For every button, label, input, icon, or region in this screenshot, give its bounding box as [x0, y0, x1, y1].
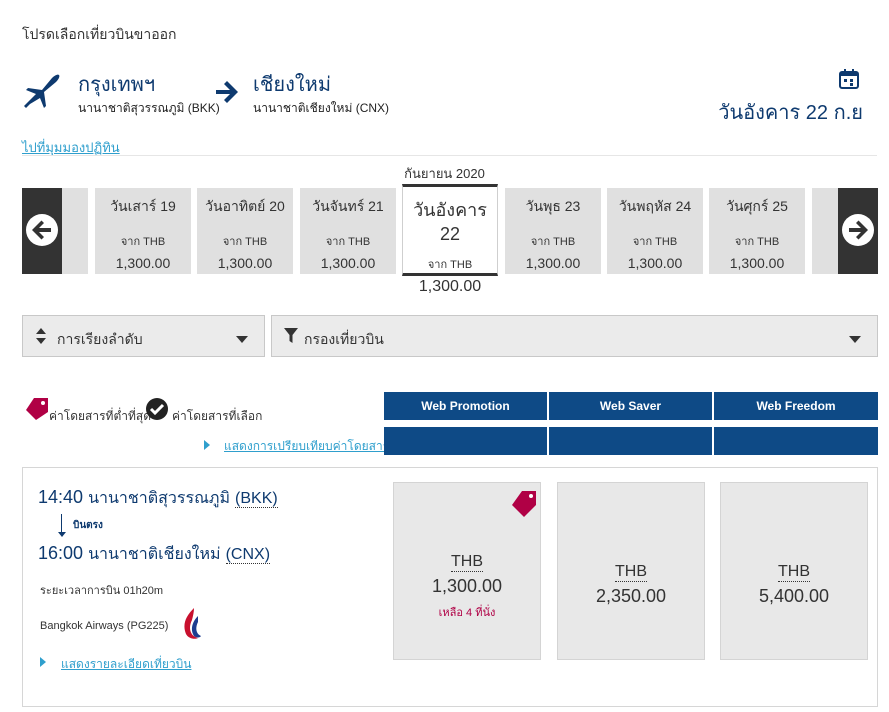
from-label: จาก THB: [427, 259, 473, 271]
date-label: วันเสาร์ 19: [110, 198, 176, 214]
airplane-icon: [24, 74, 60, 108]
date-price: 1,300.00: [115, 255, 171, 271]
arrow-left-icon: [32, 220, 51, 240]
origin-airport: นานาชาติสุวรรณภูมิ (BKK): [78, 101, 220, 115]
airline-logo-icon: [184, 608, 201, 639]
seats-left: เหลือ 4 ที่นั่ง: [438, 607, 496, 619]
date-price: 1,300.00: [525, 255, 581, 271]
date-tile-19[interactable]: วันเสาร์ 19 จาก THB 1,300.00: [95, 188, 191, 274]
filter-icon: [284, 328, 298, 343]
fare-currency: THB: [778, 563, 810, 582]
date-price: 1,300.00: [729, 255, 785, 271]
route-line: [61, 514, 62, 534]
arrow-right-icon: [216, 81, 238, 103]
date-tile-20[interactable]: วันอาทิตย์ 20 จาก THB 1,300.00: [197, 188, 293, 274]
origin-city: กรุงเทพฯ: [78, 74, 156, 96]
fare-tile-web-freedom[interactable]: THB 5,400.00: [720, 482, 868, 660]
fare-amount: 2,350.00: [595, 586, 667, 606]
calendar-icon[interactable]: [838, 68, 860, 90]
month-label: กันยายน 2020: [404, 166, 485, 181]
fare-amount: 1,300.00: [431, 576, 503, 596]
departure-airport: นานาชาติสุวรรณภูมิ: [88, 490, 231, 507]
date-price: 1,300.00: [627, 255, 683, 271]
sort-dropdown[interactable]: การเรียงลำดับ: [22, 315, 265, 357]
arrival-code[interactable]: (CNX): [225, 546, 271, 564]
departure-row: 14:40 นานาชาติสุวรรณภูมิ (BKK): [38, 486, 278, 511]
fare-currency: THB: [451, 553, 483, 572]
selected-date: วันอังคาร 22 ก.ย: [718, 102, 863, 124]
arrow-right-icon: [849, 220, 868, 240]
fare-family-promotion: Web Promotion: [384, 392, 547, 420]
chevron-down-icon: [849, 336, 861, 343]
date-tile-25[interactable]: วันศุกร์ 25 จาก THB 1,300.00: [709, 188, 805, 274]
divider: [22, 155, 877, 156]
selected-fare-label: ค่าโดยสารที่เลือก: [172, 409, 263, 423]
date-price: 1,300.00: [217, 255, 273, 271]
nonstop-label: บินตรง: [73, 520, 103, 531]
sort-label: การเรียงลำดับ: [57, 331, 143, 347]
date-strip-edge: [812, 188, 838, 274]
fare-family-band: [714, 427, 878, 455]
lowest-fare-tag-icon: [512, 491, 536, 517]
lowest-fare-tag-icon: [26, 398, 48, 420]
page-title: โปรดเลือกเที่ยวบินขาออก: [22, 26, 177, 42]
sort-icon: [36, 328, 46, 344]
date-tile-24[interactable]: วันพฤหัส 24 จาก THB 1,300.00: [607, 188, 703, 274]
compare-fares-link[interactable]: แสดงการเปรียบเทียบค่าโดยสาร: [224, 437, 389, 456]
arrival-time: 16:00: [38, 543, 84, 563]
from-label: จาก THB: [325, 236, 371, 248]
caret-right-icon: [204, 440, 210, 450]
fare-amount: 5,400.00: [758, 586, 830, 606]
from-label: จาก THB: [632, 236, 678, 248]
arrival-row: 16:00 นานาชาติเชียงใหม่ (CNX): [38, 542, 271, 567]
departure-time: 14:40: [38, 487, 84, 507]
fare-family-band: [549, 427, 712, 455]
flight-details-link[interactable]: แสดงรายละเอียดเที่ยวบิน: [61, 655, 191, 674]
date-label: วันจันทร์ 21: [312, 198, 384, 214]
date-label: วันพฤหัส 24: [618, 198, 692, 214]
caret-right-icon: [40, 657, 46, 667]
date-tile-23[interactable]: วันพุธ 23 จาก THB 1,300.00: [505, 188, 601, 274]
route-arrow: [58, 532, 66, 537]
date-price: 1,300.00: [418, 278, 482, 295]
from-label: จาก THB: [734, 236, 780, 248]
fare-family-freedom: Web Freedom: [714, 392, 878, 420]
chevron-down-icon: [236, 336, 248, 343]
date-price: 1,300.00: [320, 255, 376, 271]
filter-dropdown[interactable]: กรองเที่ยวบิน: [271, 315, 878, 357]
departure-code[interactable]: (BKK): [235, 490, 278, 508]
from-label: จาก THB: [530, 236, 576, 248]
filter-label: กรองเที่ยวบิน: [304, 331, 384, 347]
dest-airport: นานาชาติเชียงใหม่ (CNX): [253, 101, 390, 115]
date-label: วันพุธ 23: [525, 198, 581, 214]
flight-duration: ระยะเวลาการบิน 01h20m: [40, 585, 164, 597]
dest-city: เชียงใหม่: [253, 74, 332, 96]
lowest-fare-label: ค่าโดยสารที่ต่ำที่สุด: [49, 409, 152, 423]
date-label: วันศุกร์ 25: [726, 198, 788, 214]
arrival-airport: นานาชาติเชียงใหม่: [88, 546, 221, 563]
check-circle-icon: [146, 398, 168, 420]
date-label: วันอังคาร 22: [413, 200, 487, 244]
fare-tile-web-saver[interactable]: THB 2,350.00: [557, 482, 705, 660]
from-label: จาก THB: [120, 236, 166, 248]
fare-family-band: [384, 427, 547, 455]
date-label: วันอาทิตย์ 20: [205, 198, 285, 214]
fare-tile-web-promotion[interactable]: THB 1,300.00 เหลือ 4 ที่นั่ง: [393, 482, 541, 660]
date-strip-edge: [62, 188, 88, 274]
fare-family-saver: Web Saver: [549, 392, 712, 420]
prev-dates-button[interactable]: [22, 188, 62, 274]
date-tile-21[interactable]: วันจันทร์ 21 จาก THB 1,300.00: [300, 188, 396, 274]
fare-currency: THB: [615, 563, 647, 582]
airline-name: Bangkok Airways (PG225): [40, 620, 169, 632]
next-dates-button[interactable]: [838, 188, 878, 274]
from-label: จาก THB: [222, 236, 268, 248]
date-tile-22-selected[interactable]: วันอังคาร 22 จาก THB 1,300.00: [402, 184, 498, 295]
